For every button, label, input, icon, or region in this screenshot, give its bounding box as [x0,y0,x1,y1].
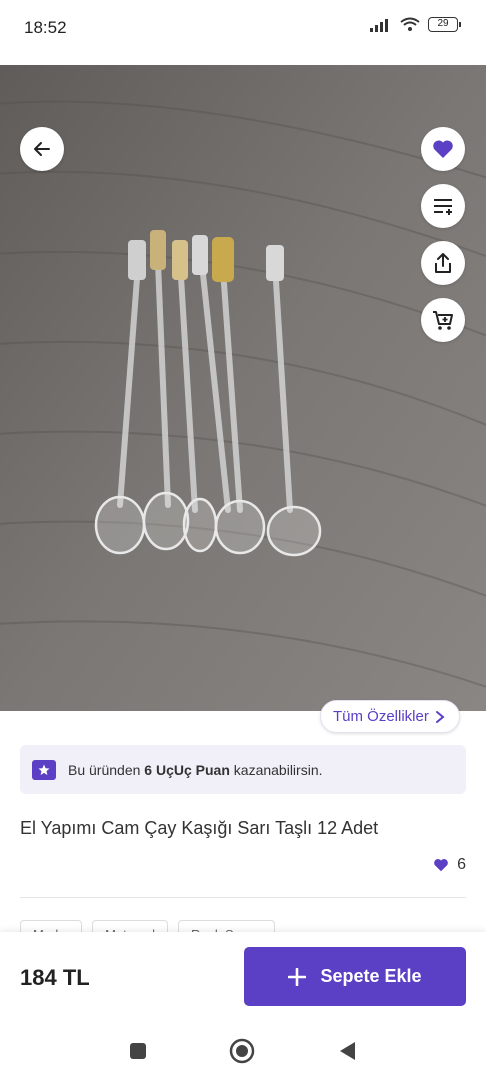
points-prefix: Bu üründen [68,761,141,778]
product-image[interactable] [0,65,486,711]
points-suffix: kazanabilirsin. [233,761,323,778]
plus-icon [288,967,307,986]
favorite-button[interactable] [421,127,465,171]
status-icons: 29 [370,17,461,32]
filter-button[interactable] [421,184,465,228]
points-banner: Bu üründen 6 UçUç Puan kazanabilirsin. [20,745,466,794]
price: 184 TL [20,965,90,990]
product-photo [0,65,486,711]
status-bar: 18:52 29 [0,0,486,60]
back-button[interactable] [20,127,64,171]
battery-indicator: 29 [428,17,461,32]
arrow-left-icon [34,142,50,156]
nav-back-button[interactable] [334,1038,360,1064]
points-value: 6 UçUç Puan [144,761,230,778]
nav-home-button[interactable] [229,1038,255,1064]
divider [20,897,466,898]
star-icon [32,759,56,780]
filter-list-icon [434,199,452,215]
add-to-cart-button[interactable]: Sepete Ekle [244,947,466,1006]
wifi-icon [400,17,420,31]
share-button[interactable] [421,241,465,285]
square-icon [130,1043,146,1059]
nav-recent-button[interactable] [125,1038,151,1064]
all-features-label: Tüm Özellikler [333,708,429,725]
purchase-bar: 184 TL Sepete Ekle [0,932,486,1020]
all-features-button[interactable]: Tüm Özellikler [320,700,460,733]
heart-icon [434,859,448,872]
add-to-cart-label: Sepete Ekle [320,966,422,986]
share-icon [435,253,451,273]
status-time: 18:52 [24,18,67,37]
chevron-right-icon [435,710,445,723]
product-title: El Yapımı Cam Çay Kaşığı Sarı Taşlı 12 A… [20,818,379,838]
circle-icon [229,1038,255,1064]
system-nav-bar [0,1020,486,1080]
cart-button[interactable] [421,298,465,342]
heart-icon [433,140,453,158]
signal-icon [370,18,388,32]
like-counter[interactable]: 6 [433,856,466,874]
like-count: 6 [457,856,466,873]
triangle-back-icon [340,1042,355,1060]
cart-icon [433,311,453,330]
